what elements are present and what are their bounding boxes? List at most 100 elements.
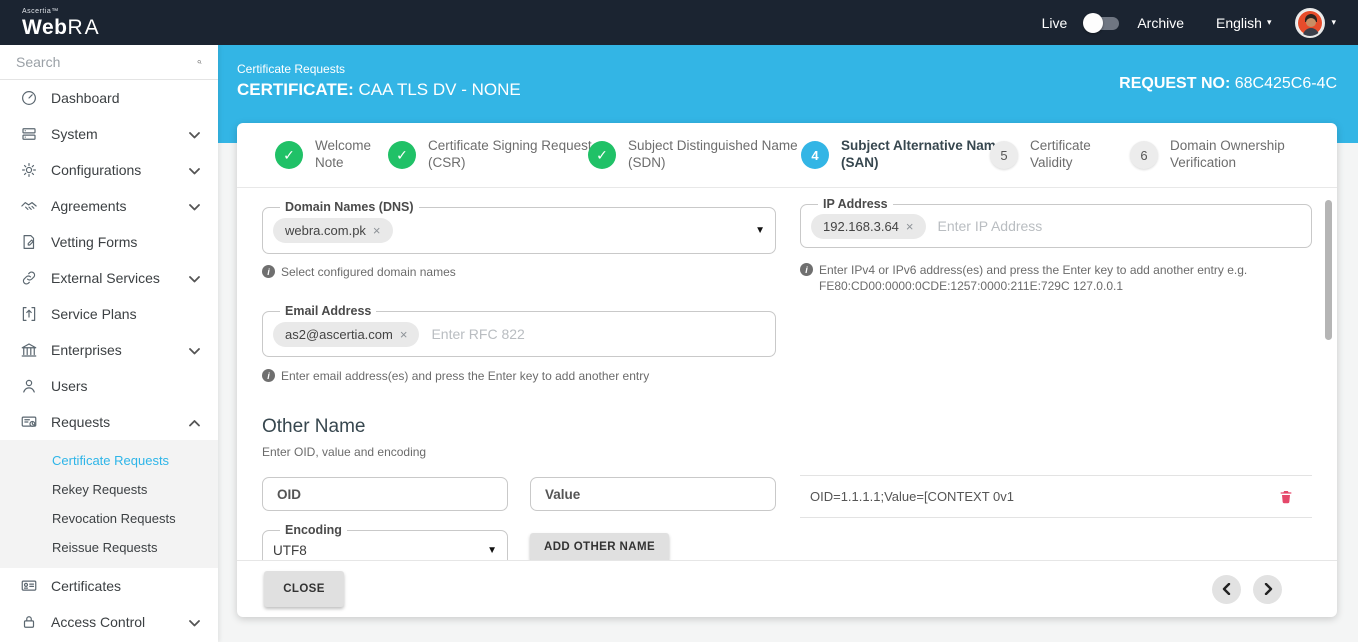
ip-address-field[interactable]: IP Address 192.168.3.64 × [800,197,1312,248]
chevron-up-icon [189,414,200,430]
other-name-row-value: OID=1.1.1.1;Value=[CONTEXT 0v1 [810,489,1015,504]
sidebar-item-external-services[interactable]: External Services [0,260,218,296]
step-san[interactable]: 4 Subject Alternative Name (SAN) [801,137,1006,171]
sidebar-item-reissue-requests[interactable]: Reissue Requests [0,533,218,562]
user-menu[interactable]: ▾ [1295,7,1336,38]
sidebar-item-dashboard[interactable]: Dashboard [0,80,218,116]
info-icon: i [800,263,813,276]
sidebar-item-service-plans[interactable]: Service Plans [0,296,218,332]
gear-icon [20,161,38,179]
other-name-subtitle: Enter OID, value and encoding [262,445,427,459]
other-name-heading: Other Name [262,416,366,437]
system-icon [20,125,38,143]
domain-names-field[interactable]: Domain Names (DNS) webra.com.pk × ▼ [262,200,776,254]
lock-icon [20,613,38,631]
sidebar-item-certificate-requests[interactable]: Certificate Requests [0,446,218,475]
value-input[interactable]: Value [530,477,776,511]
email-address-field[interactable]: Email Address as2@ascertia.com × [262,304,776,357]
sidebar-item-configurations[interactable]: Configurations [0,152,218,188]
sidebar: Dashboard System Configurations Agreemen… [0,45,218,642]
sidebar-item-users[interactable]: Users [0,368,218,404]
chevron-down-icon [189,162,200,178]
add-other-name-button[interactable]: ADD OTHER NAME [530,533,670,560]
email-chip: as2@ascertia.com × [273,321,420,347]
search-icon[interactable] [197,54,202,70]
language-selector[interactable]: English ▾ [1216,15,1271,31]
step-csr[interactable]: ✓ Certificate Signing Request (CSR) [388,137,596,171]
dropdown-arrow-icon[interactable]: ▼ [755,225,765,236]
chevron-down-icon [189,126,200,142]
ip-chip: 192.168.3.64 × [811,213,926,239]
step-certificate-validity[interactable]: 5 Certificate Validity [990,137,1112,171]
brand-webra-label: WebRA [22,15,101,39]
sidebar-item-requests[interactable]: Requests [0,404,218,440]
toggle-knob[interactable] [1083,12,1104,33]
domain-names-label: Domain Names (DNS) [285,200,414,214]
ip-address-label: IP Address [823,197,888,211]
step-number: 5 [990,141,1018,169]
app-logo: Ascertia™ WebRA [0,8,101,38]
brand-ascertia-label: Ascertia™ [22,7,59,15]
sidebar-item-rekey-requests[interactable]: Rekey Requests [0,475,218,504]
dashboard-icon [20,89,38,107]
info-icon: i [262,265,275,278]
info-icon: i [262,369,275,382]
chip-remove-icon[interactable]: × [400,328,408,341]
step-domain-ownership[interactable]: 6 Domain Ownership Verification [1130,137,1305,171]
archive-label: Archive [1137,14,1185,31]
step-check-icon: ✓ [388,141,416,169]
chip-remove-icon[interactable]: × [373,224,381,237]
live-label: Live [1041,14,1068,31]
chevron-down-icon [189,614,200,630]
ip-address-help: i Enter IPv4 or IPv6 address(es) and pre… [800,262,1305,294]
email-address-input[interactable] [431,326,765,342]
vetting-form-icon [20,233,38,251]
form-scroll-area: Domain Names (DNS) webra.com.pk × ▼ i Se… [237,188,1337,560]
encoding-field[interactable]: Encoding UTF8 ▼ [262,523,508,560]
dropdown-arrow-icon[interactable]: ▼ [487,545,497,556]
step-welcome-note[interactable]: ✓ Welcome Note [275,137,381,171]
other-name-row: OID=1.1.1.1;Value=[CONTEXT 0v1 [800,475,1312,518]
sidebar-item-agreements[interactable]: Agreements [0,188,218,224]
vertical-scrollbar[interactable] [1325,200,1332,340]
step-number: 6 [1130,141,1158,169]
live-archive-toggle[interactable] [1083,12,1121,33]
wizard-card: ✓ Welcome Note ✓ Certificate Signing Req… [237,123,1337,617]
avatar-face [1306,17,1317,27]
breadcrumb: Certificate Requests [237,62,346,76]
sidebar-item-vetting-forms[interactable]: Vetting Forms [0,224,218,260]
user-icon [20,377,38,395]
step-sdn[interactable]: ✓ Subject Distinguished Name (SDN) [588,137,806,171]
sidebar-item-enterprises[interactable]: Enterprises [0,332,218,368]
chevron-down-icon [189,342,200,358]
encoding-label: Encoding [285,523,342,537]
ip-address-input[interactable] [937,218,1301,234]
avatar[interactable] [1295,7,1326,38]
request-number: REQUEST NO: 68C425C6-4C [1119,75,1337,92]
search-input[interactable] [16,54,197,70]
delete-icon[interactable] [1278,488,1294,506]
bank-icon [20,341,38,359]
language-label: English [1216,14,1262,31]
handshake-icon [20,197,38,215]
step-check-icon: ✓ [275,141,303,169]
email-address-label: Email Address [285,304,372,318]
service-plans-icon [20,305,38,323]
requests-icon [20,413,38,431]
sidebar-item-system[interactable]: System [0,116,218,152]
sidebar-item-certificates[interactable]: Certificates [0,568,218,604]
chevron-left-icon [1222,583,1230,595]
chevron-right-icon [1264,583,1272,595]
oid-input[interactable]: OID [262,477,508,511]
close-button[interactable]: CLOSE [264,571,344,607]
chevron-down-icon: ▾ [1266,17,1272,27]
chip-remove-icon[interactable]: × [906,220,914,233]
certificate-icon [20,577,38,595]
previous-step-button[interactable] [1212,574,1241,604]
sidebar-item-access-control[interactable]: Access Control [0,604,218,640]
sidebar-item-revocation-requests[interactable]: Revocation Requests [0,504,218,533]
page-title: CERTIFICATE: CAA TLS DV - NONE [237,80,521,99]
next-step-button[interactable] [1253,574,1282,604]
email-address-help: i Enter email address(es) and press the … [262,368,742,384]
requests-submenu: Certificate Requests Rekey Requests Revo… [0,440,218,568]
